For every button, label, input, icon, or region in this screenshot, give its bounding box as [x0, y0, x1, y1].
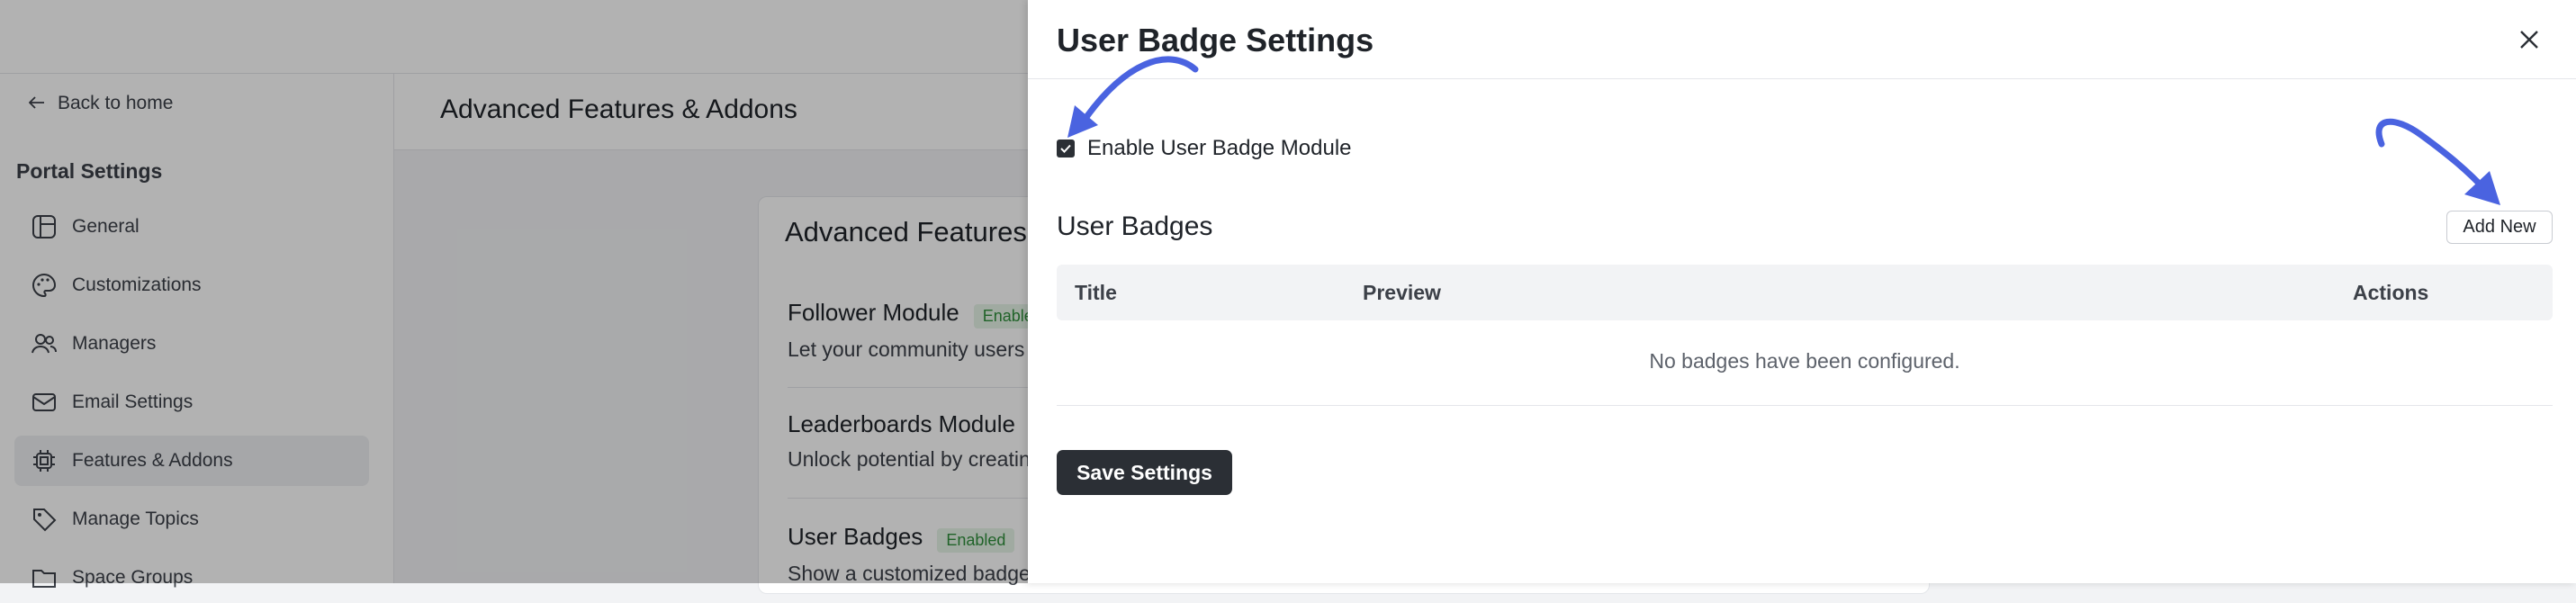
drawer-header: User Badge Settings — [1028, 0, 2576, 79]
badges-table-header: Title Preview Actions — [1057, 265, 2553, 320]
empty-state-text: No badges have been configured. — [1649, 349, 1960, 373]
column-header-actions: Actions — [2353, 281, 2429, 304]
annotation-arrow-icon — [1067, 56, 1199, 138]
table-bottom-border — [1057, 405, 2553, 406]
close-button[interactable] — [2513, 23, 2545, 56]
close-icon — [2520, 31, 2538, 49]
annotation-arrow-icon — [2375, 118, 2500, 205]
user-badges-heading: User Badges — [1057, 212, 1213, 241]
save-settings-button[interactable]: Save Settings — [1057, 450, 1232, 495]
user-badge-settings-drawer: User Badge Settings Enable User Badge Mo… — [1028, 0, 2576, 583]
column-header-title: Title — [1075, 281, 1117, 304]
column-header-preview: Preview — [1363, 281, 1441, 304]
